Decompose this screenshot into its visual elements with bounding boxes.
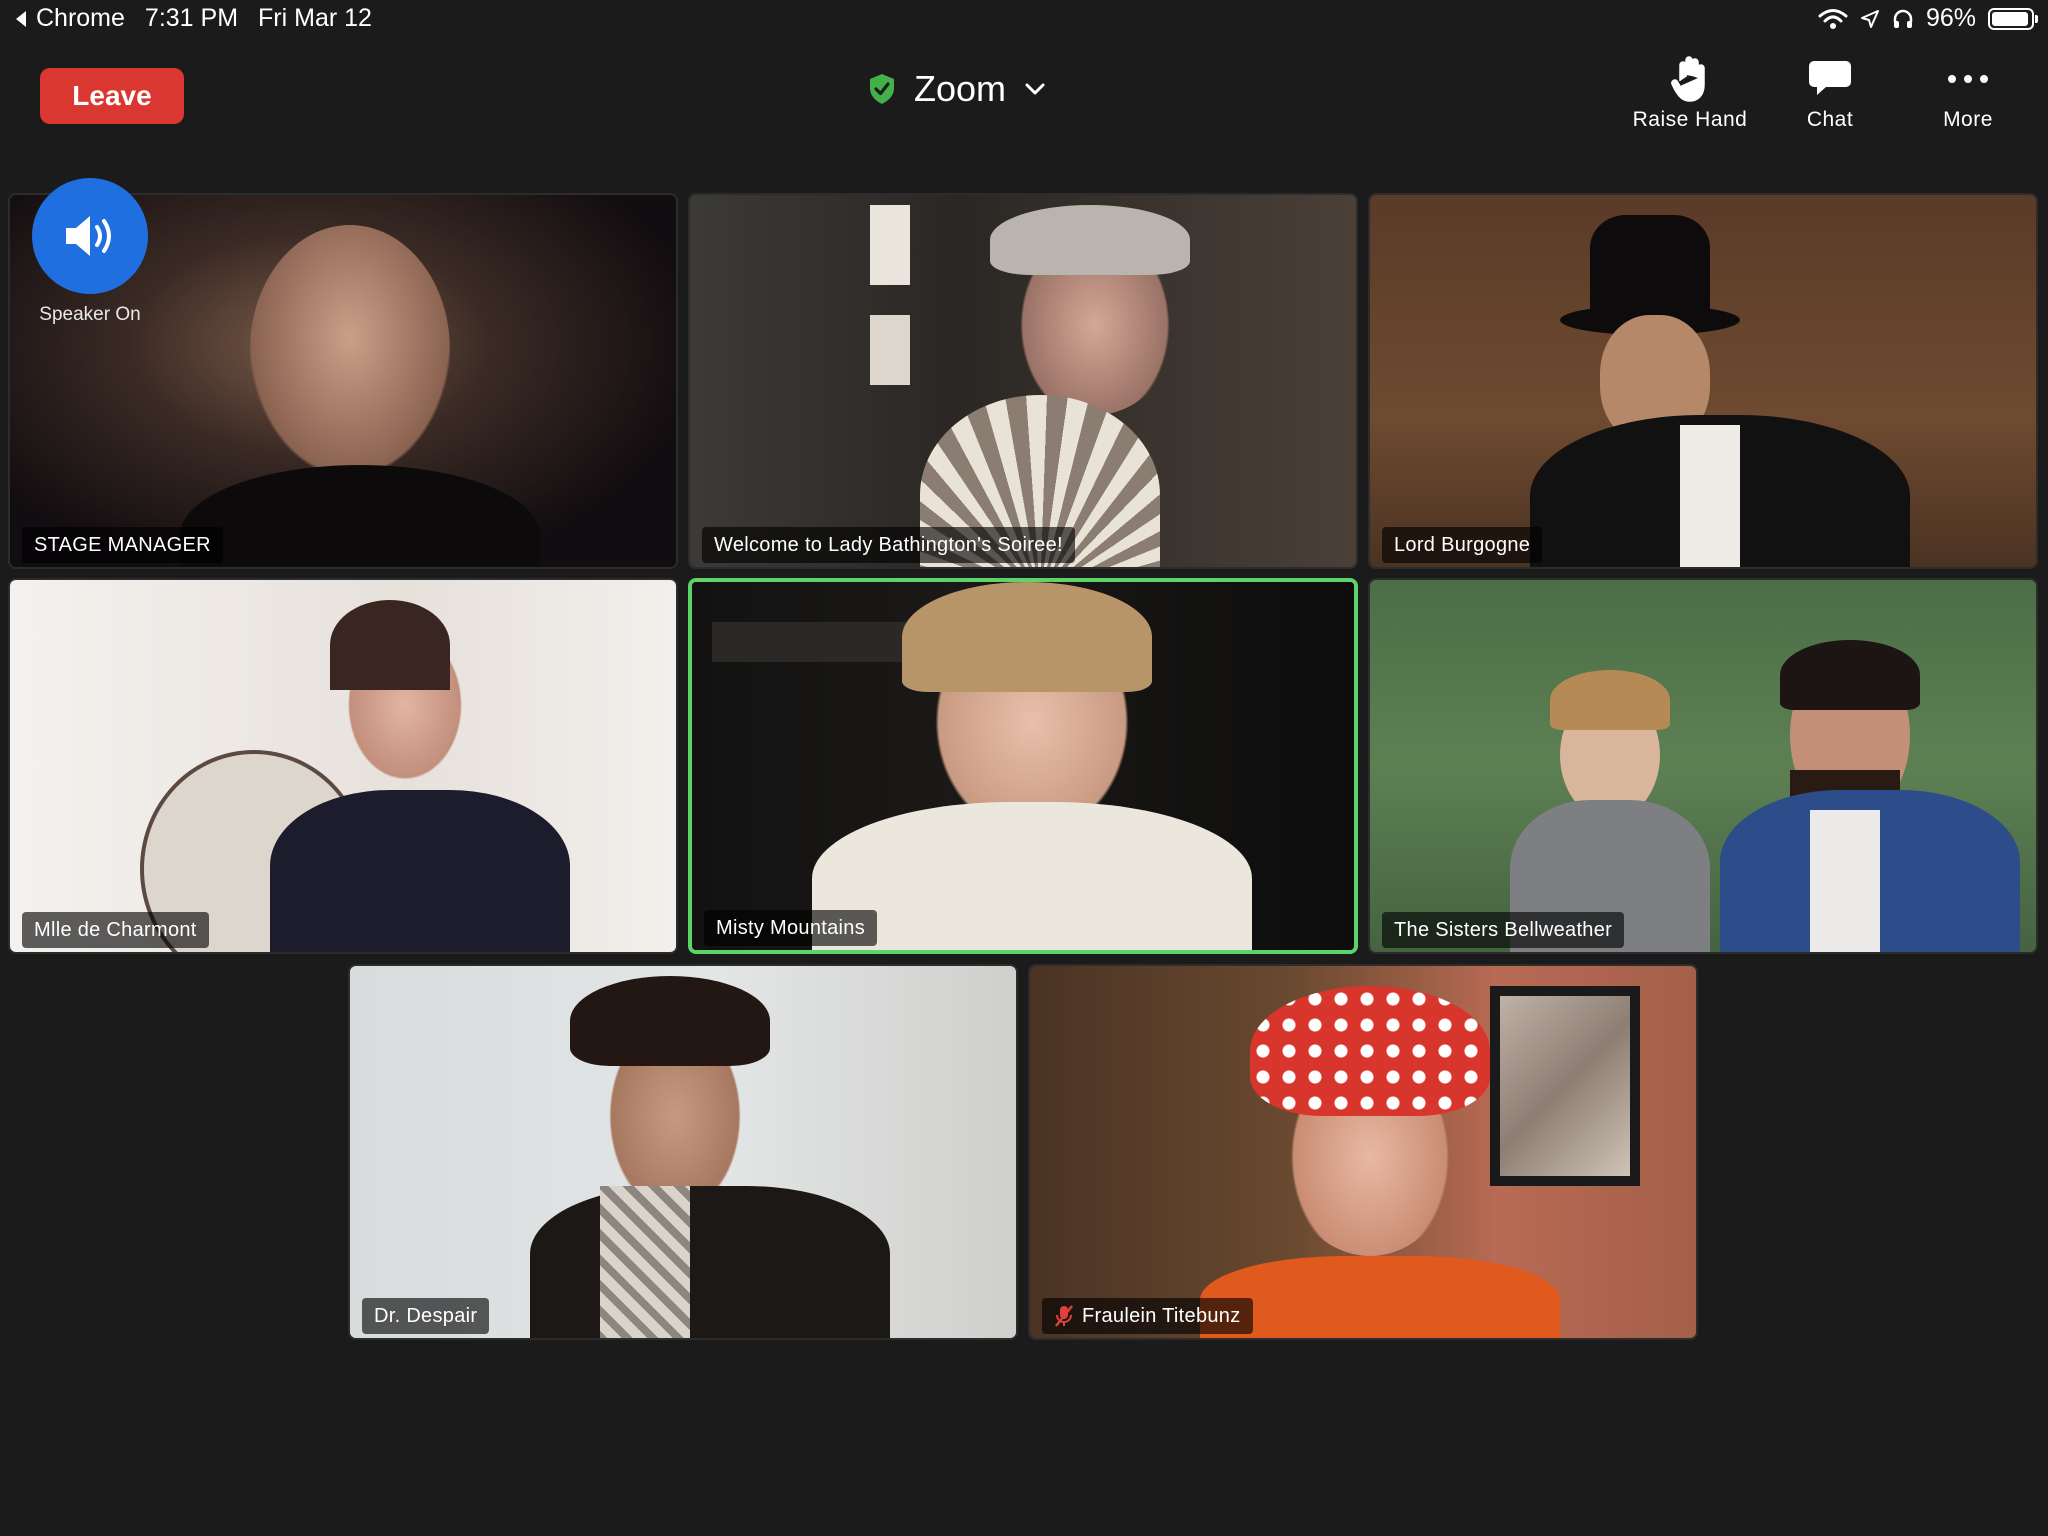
mic-muted-icon [1055,1305,1073,1327]
participant-name-tag: Dr. Despair [362,1298,490,1334]
ellipsis-icon [1948,75,1988,83]
participant-name: Fraulein Titebunz [1082,1304,1241,1327]
battery-icon [1988,7,2038,30]
back-app-label: Chrome [36,4,125,32]
meeting-title-dropdown[interactable]: Zoom [868,66,1046,112]
video-feed [1030,966,1696,1338]
video-feed [10,580,676,952]
video-feed [1370,580,2036,952]
video-tile-misty-mountains[interactable]: Misty Mountains [688,578,1358,954]
participant-name: Dr. Despair [374,1304,478,1327]
headphones-icon [1893,9,1913,28]
participant-name-tag: Lord Burgogne [1382,527,1543,563]
speaker-toggle-button[interactable]: Speaker On [30,178,150,326]
video-feed [692,582,1354,950]
back-to-app-button[interactable]: Chrome [14,4,125,33]
video-tile-dr-despair[interactable]: Dr. Despair [348,964,1018,1340]
speaker-button-circle [32,178,148,294]
participant-name-tag: The Sisters Bellweather [1382,912,1625,948]
status-bar: Chrome 7:31 PM Fri Mar 12 96% [0,0,2048,40]
participant-name: STAGE MANAGER [34,533,211,556]
status-date: Fri Mar 12 [258,4,372,32]
chat-bubble-icon [1809,61,1851,95]
chevron-down-icon [1025,83,1045,95]
raise-hand-label: Raise Hand [1632,108,1748,131]
participant-name-tag: Misty Mountains [704,910,877,946]
video-tile-lady-bathington[interactable]: Welcome to Lady Bathington's Soiree! [688,193,1358,569]
status-time: 7:31 PM [144,4,239,32]
chat-button[interactable]: Chat [1780,54,1880,132]
speaker-label: Speaker On [39,304,141,325]
participant-name: Misty Mountains [716,916,865,939]
participant-name: Lord Burgogne [1394,533,1531,556]
video-tile-mlle-de-charmont[interactable]: Mlle de Charmont [8,578,678,954]
video-feed [1370,195,2036,567]
more-button[interactable]: More [1918,54,2018,132]
more-label: More [1943,108,1993,131]
video-tile-lord-burgogne[interactable]: Lord Burgogne [1368,193,2038,569]
leave-button[interactable]: Leave [40,68,184,124]
speaker-icon [66,216,111,256]
wifi-icon [1818,8,1848,29]
participant-name: The Sisters Bellweather [1394,918,1613,941]
location-arrow-icon [1860,9,1879,28]
hand-icon [1671,56,1705,102]
back-triangle-icon [16,10,26,27]
participant-name-tag: Mlle de Charmont [22,912,209,948]
shield-check-icon [870,74,894,104]
chat-label: Chat [1806,108,1854,131]
participant-name: Welcome to Lady Bathington's Soiree! [714,533,1063,556]
participant-name-tag: Welcome to Lady Bathington's Soiree! [702,527,1075,563]
participant-name: Mlle de Charmont [34,918,197,941]
participant-name-tag: STAGE MANAGER [22,527,223,563]
raise-hand-button[interactable]: Raise Hand [1620,54,1760,132]
video-feed [690,195,1356,567]
battery-percent: 96% [1925,4,1976,32]
meeting-title: Zoom [914,68,1007,109]
video-tile-fraulein-titebunz[interactable]: Fraulein Titebunz [1028,964,1698,1340]
video-feed [350,966,1016,1338]
video-tile-sisters-bellweather[interactable]: The Sisters Bellweather [1368,578,2038,954]
participant-name-tag: Fraulein Titebunz [1042,1298,1253,1334]
